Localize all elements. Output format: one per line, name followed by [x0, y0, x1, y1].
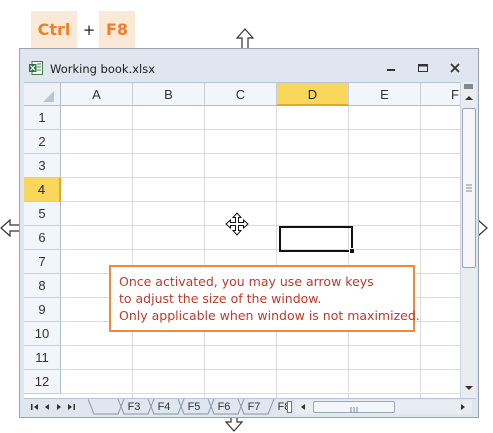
scroll-up-icon[interactable] [462, 92, 476, 104]
row-header-9[interactable]: 9 [24, 298, 61, 322]
sheet-tab-f4[interactable]: F4 [149, 399, 179, 415]
gridline [420, 106, 421, 398]
info-line-3: Only applicable when window is not maxim… [119, 308, 420, 323]
previous-sheet-icon[interactable] [42, 401, 52, 413]
info-line-1: Once activated, you may use arrow keys [119, 274, 374, 289]
column-header-e[interactable]: E [349, 83, 421, 106]
active-cell-d4[interactable] [279, 226, 353, 252]
sheet-tab-bar[interactable]: F3 F4 F5 F6 F7 F8 [24, 398, 476, 415]
sheet-tab-f7[interactable]: F7 [239, 399, 269, 415]
row-header-12[interactable]: 12 [24, 370, 61, 394]
vertical-scrollbar[interactable] [460, 82, 476, 398]
sheet-tab-f6[interactable]: F6 [209, 399, 239, 415]
column-header-c[interactable]: C [205, 83, 277, 106]
info-callout: Once activated, you may use arrow keys t… [109, 265, 420, 332]
last-sheet-icon[interactable] [66, 401, 76, 413]
row-header-4[interactable]: 4 [24, 178, 61, 202]
window-title: Working book.xlsx [50, 62, 156, 76]
excel-window[interactable]: Working book.xlsx A B C D E F 1 2 3 4 5 … [19, 48, 479, 418]
scroll-left-icon[interactable] [297, 401, 309, 413]
row-header-1[interactable]: 1 [24, 106, 61, 130]
gridline [204, 106, 205, 398]
arrow-up-icon [236, 28, 254, 50]
minimize-icon[interactable] [381, 61, 401, 75]
gridline [61, 177, 460, 178]
horizontal-scrollbar[interactable] [295, 400, 472, 414]
title-bar[interactable]: Working book.xlsx [20, 49, 478, 81]
gridline [61, 393, 460, 394]
sheet-tab-f5[interactable]: F5 [179, 399, 209, 415]
gridline [61, 201, 460, 202]
row-header-10[interactable]: 10 [24, 322, 61, 346]
column-header-b[interactable]: B [133, 83, 205, 106]
scroll-right-icon[interactable] [457, 401, 469, 413]
plus-sign: + [82, 21, 96, 39]
vertical-scroll-thumb[interactable] [462, 108, 476, 268]
gridline [132, 106, 133, 398]
gridline [61, 345, 460, 346]
row-header-8[interactable]: 8 [24, 274, 61, 298]
column-header-f[interactable]: F [421, 83, 460, 106]
next-sheet-icon[interactable] [54, 401, 64, 413]
column-header-a[interactable]: A [61, 83, 133, 106]
row-header-5[interactable]: 5 [24, 202, 61, 226]
split-box[interactable] [464, 84, 473, 89]
info-line-2: to adjust the size of the window. [119, 291, 322, 306]
gridline [61, 369, 460, 370]
gridline [61, 249, 460, 250]
gridline [276, 106, 277, 398]
close-icon[interactable] [445, 61, 465, 75]
sheet-tab-f3[interactable]: F3 [119, 399, 149, 415]
row-header-11[interactable]: 11 [24, 346, 61, 370]
restore-icon[interactable] [413, 61, 433, 75]
f8-key: F8 [99, 11, 135, 49]
gridline [61, 225, 460, 226]
excel-file-icon [29, 61, 43, 75]
first-sheet-icon[interactable] [30, 401, 40, 413]
select-all-corner[interactable] [24, 83, 61, 106]
gridline [61, 129, 460, 130]
row-header-7[interactable]: 7 [24, 250, 61, 274]
row-header-3[interactable]: 3 [24, 154, 61, 178]
scroll-down-icon[interactable] [462, 382, 476, 394]
move-cursor-icon [225, 212, 249, 236]
horizontal-scroll-thumb[interactable] [313, 401, 395, 413]
column-header-d[interactable]: D [277, 83, 349, 106]
spreadsheet-grid[interactable]: A B C D E F 1 2 3 4 5 6 7 8 9 10 11 12 [24, 82, 460, 398]
row-header-2[interactable]: 2 [24, 130, 61, 154]
ctrl-key: Ctrl [31, 11, 77, 49]
fill-handle[interactable] [349, 248, 355, 254]
gridline [61, 153, 460, 154]
tab-split-handle[interactable] [287, 401, 292, 413]
row-header-6[interactable]: 6 [24, 226, 61, 250]
